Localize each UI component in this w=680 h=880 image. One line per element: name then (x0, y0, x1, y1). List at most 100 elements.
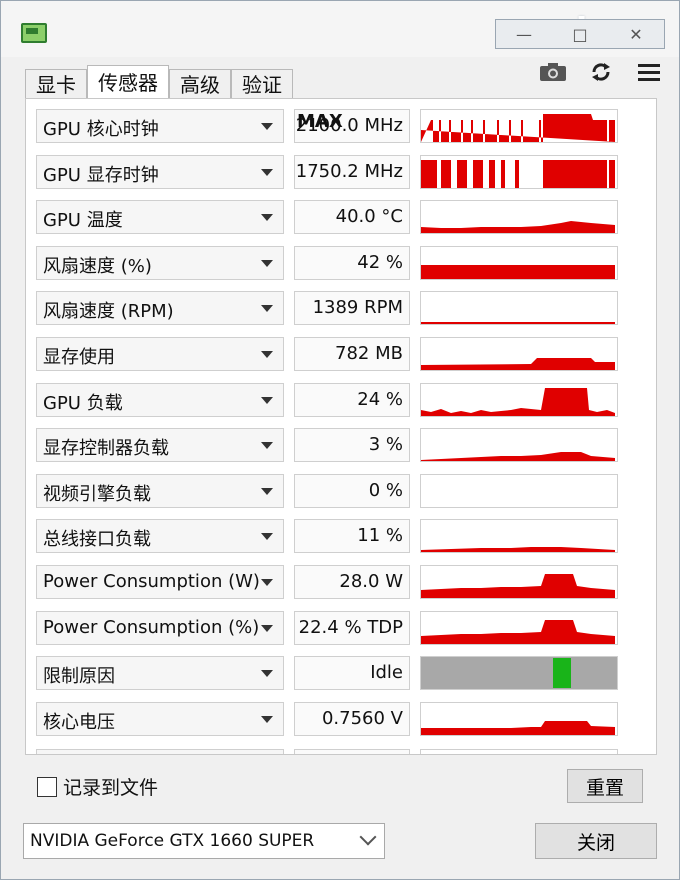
chevron-down-icon (261, 442, 273, 450)
sensor-select[interactable]: 视频引擎负载 (36, 473, 284, 508)
graph-area (421, 619, 615, 644)
sensor-select[interactable]: Power Consumption (W) (36, 565, 284, 599)
sensor-select[interactable]: GPU 显存时钟 (36, 154, 284, 189)
tab-graphics-card[interactable]: 显卡 (25, 69, 87, 100)
sensor-value-text: 782 MB (335, 343, 403, 364)
sensor-graph (420, 154, 618, 189)
sensor-select[interactable]: GPU 负载 (36, 382, 284, 417)
sensor-graph (420, 656, 618, 691)
log-to-file[interactable]: 记录到文件 (37, 773, 158, 800)
toolbar (535, 59, 667, 85)
sensor-graph (420, 291, 618, 326)
sensor-value: 782 MB (294, 337, 410, 371)
sensor-value: Idle (294, 656, 410, 691)
sensor-row: Power Consumption (W) 28.0 W (36, 565, 620, 599)
device-select-value: NVIDIA GeForce GTX 1660 SUPER (30, 831, 315, 851)
camera-icon (540, 63, 566, 81)
chevron-down-icon (261, 168, 273, 176)
graph-area (421, 547, 615, 553)
sensor-graph (420, 245, 618, 280)
sensor-value-text: 3 % (368, 434, 403, 456)
sensor-name: GPU 负载 (43, 392, 123, 414)
screenshot-button[interactable] (535, 59, 571, 85)
graph-area (421, 322, 615, 325)
sensor-value: 0 % (294, 473, 410, 508)
refresh-button[interactable] (583, 59, 619, 85)
sensor-value: 42 % (294, 245, 410, 280)
sensor-row: GPU 显存时钟 1750.2 MHz (36, 154, 620, 189)
sensor-row: GPU 核心时钟 MAX 2100.0 MHz (36, 109, 620, 143)
chevron-down-icon (261, 624, 273, 632)
sensor-value: 22.4 % TDP (294, 610, 410, 645)
title-bar: zaeke — □ ✕ (1, 1, 679, 57)
sensor-row: 显存控制器负载 3 % (36, 428, 620, 463)
window-controls: — □ ✕ (495, 19, 665, 49)
graph-area (421, 159, 615, 188)
tab-bar: 显卡 传感器 高级 验证 (25, 65, 293, 100)
sensor-name: 限制原因 (43, 666, 115, 688)
sensor-graph (420, 109, 618, 143)
sensor-value: 24 % (294, 382, 410, 417)
partial-label (36, 749, 284, 754)
chevron-down-icon (261, 533, 273, 541)
sensor-select[interactable]: 显存使用 (36, 337, 284, 371)
chevron-down-icon (261, 214, 273, 222)
partial-graph (420, 749, 618, 754)
sensor-graph (420, 337, 618, 371)
sensor-graph (420, 519, 618, 554)
sensor-select[interactable]: Power Consumption (%) (36, 610, 284, 645)
sensor-select[interactable]: 风扇速度 (RPM) (36, 291, 284, 326)
sensor-value-text: 28.0 W (339, 571, 403, 592)
sensor-select[interactable]: 限制原因 (36, 656, 284, 691)
close-window-button[interactable]: ✕ (608, 20, 664, 48)
sensor-graph (420, 428, 618, 463)
sensor-value-text: 40.0 °C (335, 206, 403, 228)
menu-button[interactable] (631, 59, 667, 85)
tab-advanced[interactable]: 高级 (169, 69, 231, 100)
sensor-row: 限制原因 Idle (36, 656, 620, 691)
sensor-select[interactable]: 核心电压 (36, 701, 284, 736)
tab-sensors[interactable]: 传感器 (87, 65, 169, 100)
chevron-down-icon (261, 396, 273, 404)
chevron-down-icon (261, 487, 273, 495)
menu-icon (638, 64, 660, 81)
sensor-value-text: 0 % (368, 479, 403, 501)
close-button[interactable]: 关闭 (535, 823, 657, 859)
sensor-value: 11 % (294, 519, 410, 554)
reset-button[interactable]: 重置 (567, 769, 643, 803)
minimize-button[interactable]: — (496, 20, 552, 48)
sensor-graph (420, 701, 618, 736)
sensor-value-text: 11 % (357, 525, 403, 547)
graph-area (421, 720, 615, 735)
sensor-value: 0.7560 V (294, 701, 410, 736)
sensor-graph (420, 610, 618, 645)
sensor-row: 总线接口负载 11 % (36, 519, 620, 554)
graph-area (421, 221, 615, 234)
graph-area (421, 114, 615, 142)
sensor-select[interactable]: 显存控制器负载 (36, 428, 284, 463)
limit-indicator (553, 658, 571, 689)
graph-area (421, 358, 615, 370)
sensor-name: 风扇速度 (RPM) (43, 301, 174, 323)
sensor-select[interactable]: GPU 核心时钟 (36, 109, 284, 143)
sensor-graph (420, 382, 618, 417)
sensor-value: 1750.2 MHz (294, 154, 410, 189)
refresh-icon (592, 63, 610, 81)
sensor-select[interactable]: 总线接口负载 (36, 519, 284, 554)
sensor-value-text: 24 % (357, 388, 403, 410)
sensor-value: 3 % (294, 428, 410, 463)
chevron-down-icon (261, 579, 273, 586)
sensor-name: 视频引擎负载 (43, 483, 151, 505)
sensor-select[interactable]: GPU 温度 (36, 200, 284, 235)
maximize-button[interactable]: □ (552, 20, 608, 48)
sensor-value-text: 1389 RPM (312, 297, 403, 319)
sensor-select[interactable]: 风扇速度 (%) (36, 245, 284, 280)
sensor-value: MAX 2100.0 MHz (294, 109, 410, 143)
sensor-row: 风扇速度 (RPM) 1389 RPM (36, 291, 620, 326)
device-select[interactable]: NVIDIA GeForce GTX 1660 SUPER (23, 823, 385, 859)
sensor-panel: GPU 核心时钟 MAX 2100.0 MHz GPU 显存时钟 1750.2 MHz G… (25, 98, 657, 755)
log-to-file-checkbox[interactable] (37, 776, 57, 797)
tab-validation[interactable]: 验证 (231, 69, 293, 100)
sensor-value-text: 0.7560 V (321, 707, 403, 729)
sensor-name: 显存使用 (43, 347, 115, 368)
